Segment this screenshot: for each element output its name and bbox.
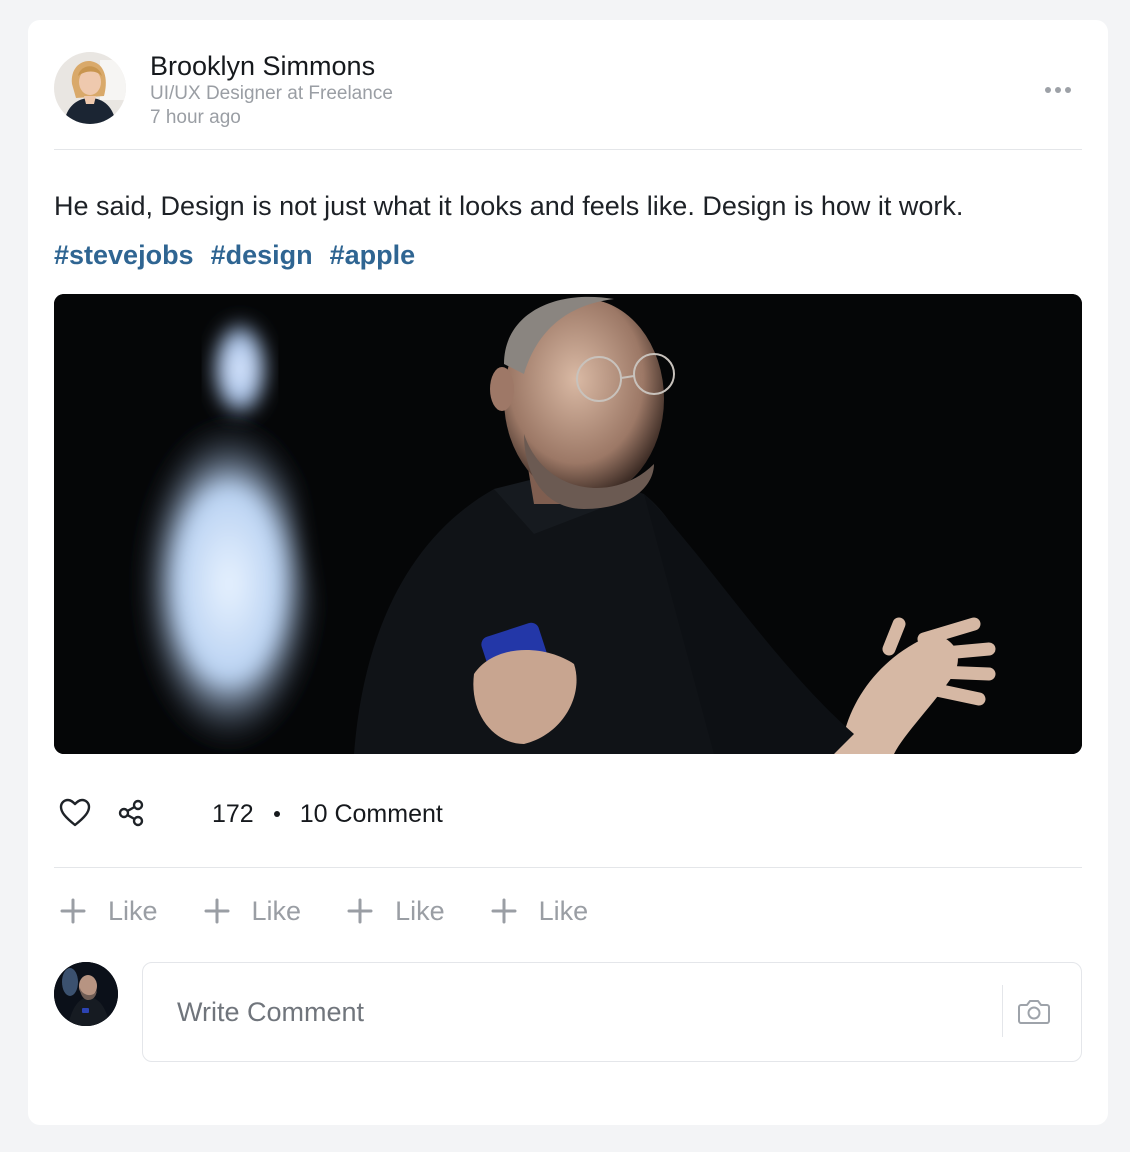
author-info: Brooklyn Simmons UI/UX Designer at Freel… (150, 50, 393, 130)
author-avatar[interactable] (54, 52, 126, 124)
reaction-label: Like (108, 895, 158, 926)
hashtag-link[interactable]: #design (211, 238, 313, 272)
author-avatar-image (54, 52, 126, 124)
reaction-button[interactable]: Like (54, 896, 158, 927)
reaction-label: Like (538, 895, 589, 926)
separator-dot (273, 811, 280, 817)
post-card: Brooklyn Simmons UI/UX Designer at Freel… (28, 20, 1108, 1125)
plus-icon (204, 898, 230, 924)
reaction-button[interactable]: Like (341, 896, 445, 927)
current-user-avatar[interactable] (54, 962, 118, 1026)
reaction-label: Like (395, 895, 445, 926)
comment-input[interactable] (175, 991, 979, 1033)
more-options-button[interactable] (1038, 80, 1078, 100)
reaction-label: Like (251, 895, 302, 926)
plus-icon (347, 898, 373, 924)
more-horizontal-icon (1045, 87, 1051, 93)
engagement-stats: 172 10 Comment (212, 799, 443, 829)
current-user-avatar-image (54, 962, 118, 1026)
reaction-button[interactable]: Like (198, 895, 302, 927)
comment-box (142, 962, 1082, 1062)
post-header: Brooklyn Simmons UI/UX Designer at Freel… (54, 20, 1082, 150)
reactions-row: Like Like Like Like (54, 894, 1082, 928)
author-role: UI/UX Designer at Freelance (150, 83, 393, 104)
heart-icon[interactable] (58, 796, 92, 830)
author-name[interactable]: Brooklyn Simmons (150, 50, 393, 82)
camera-icon[interactable] (1017, 996, 1051, 1026)
hashtag-list: #stevejobs #design #apple (54, 238, 1082, 272)
plus-icon (60, 898, 86, 924)
hashtag-link[interactable]: #stevejobs (54, 238, 194, 272)
hashtag-link[interactable]: #apple (330, 238, 416, 272)
post-stats-row: 172 10 Comment (54, 754, 1082, 868)
reaction-button[interactable]: Like (485, 895, 589, 927)
post-timestamp: 7 hour ago (150, 107, 241, 128)
share-icon[interactable] (116, 798, 146, 828)
more-horizontal-icon (1065, 87, 1071, 93)
comment-count[interactable]: 10 Comment (300, 799, 443, 829)
post-image[interactable] (54, 294, 1082, 754)
post-text: He said, Design is not just what it look… (54, 191, 964, 221)
like-count: 172 (212, 800, 254, 828)
composer-divider (1002, 985, 1003, 1037)
plus-icon (491, 898, 517, 924)
comment-composer (54, 962, 1082, 1062)
more-horizontal-icon (1055, 87, 1061, 93)
